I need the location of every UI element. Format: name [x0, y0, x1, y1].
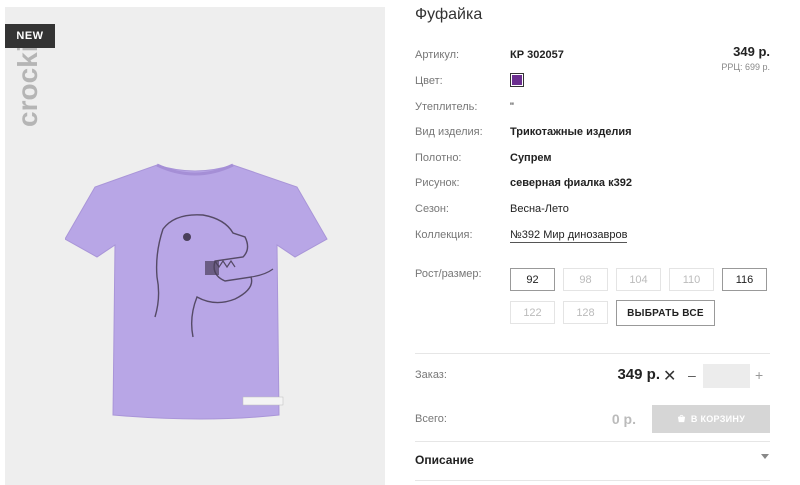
- product-title: Фуфайка: [415, 6, 483, 23]
- order-price: 349 р.: [617, 366, 660, 383]
- divider: [415, 353, 770, 354]
- add-to-cart-button[interactable]: В КОРЗИНУ: [652, 405, 770, 433]
- divider: [415, 480, 770, 481]
- cart-icon: [677, 414, 686, 425]
- total-label: Всего:: [415, 413, 447, 425]
- multiply-icon: ✕: [663, 368, 677, 385]
- select-all-sizes-button[interactable]: ВЫБРАТЬ ВСЕ: [616, 300, 715, 326]
- chevron-down-icon[interactable]: [761, 454, 769, 459]
- attr-value: северная фиалка к392: [510, 177, 632, 189]
- attr-label: Артикул:: [415, 49, 460, 61]
- product-price: 349 р.: [733, 44, 770, 59]
- divider: [415, 441, 770, 442]
- quantity-input[interactable]: [703, 364, 750, 388]
- attr-value: КР 302057: [510, 49, 564, 61]
- description-toggle[interactable]: Описание: [415, 453, 474, 467]
- attr-value: Супрем: [510, 152, 552, 164]
- new-badge: NEW: [5, 24, 55, 48]
- attr-value: Весна-Лето: [510, 203, 569, 215]
- product-rrp: РРЦ: 699 р.: [721, 62, 770, 72]
- attr-label: Рисунок:: [415, 177, 460, 189]
- attr-label: Коллекция:: [415, 229, 473, 241]
- attr-value: ": [510, 101, 514, 113]
- tshirt-illustration: [65, 163, 328, 420]
- size-option-98[interactable]: 98: [563, 268, 608, 291]
- attr-value: Трикотажные изделия: [510, 126, 632, 138]
- order-label: Заказ:: [415, 369, 447, 381]
- total-value: 0 р.: [611, 411, 636, 427]
- size-option-104[interactable]: 104: [616, 268, 661, 291]
- attr-label: Сезон:: [415, 203, 449, 215]
- increment-button[interactable]: +: [755, 367, 763, 383]
- size-option-122[interactable]: 122: [510, 301, 555, 324]
- size-option-128[interactable]: 128: [563, 301, 608, 324]
- product-image[interactable]: crockid: [5, 7, 385, 485]
- add-to-cart-label: В КОРЗИНУ: [690, 414, 746, 424]
- color-swatch[interactable]: [510, 73, 524, 87]
- attr-label: Вид изделия:: [415, 126, 483, 138]
- attr-label: Утеплитель:: [415, 101, 478, 113]
- size-label: Рост/размер:: [415, 268, 482, 280]
- size-option-92[interactable]: 92: [510, 268, 555, 291]
- attr-label: Цвет:: [415, 75, 443, 87]
- collection-link[interactable]: №392 Мир динозавров: [510, 229, 628, 243]
- decrement-button[interactable]: –: [688, 367, 696, 383]
- size-option-110[interactable]: 110: [669, 268, 714, 291]
- attr-label: Полотно:: [415, 152, 462, 164]
- size-option-116[interactable]: 116: [722, 268, 767, 291]
